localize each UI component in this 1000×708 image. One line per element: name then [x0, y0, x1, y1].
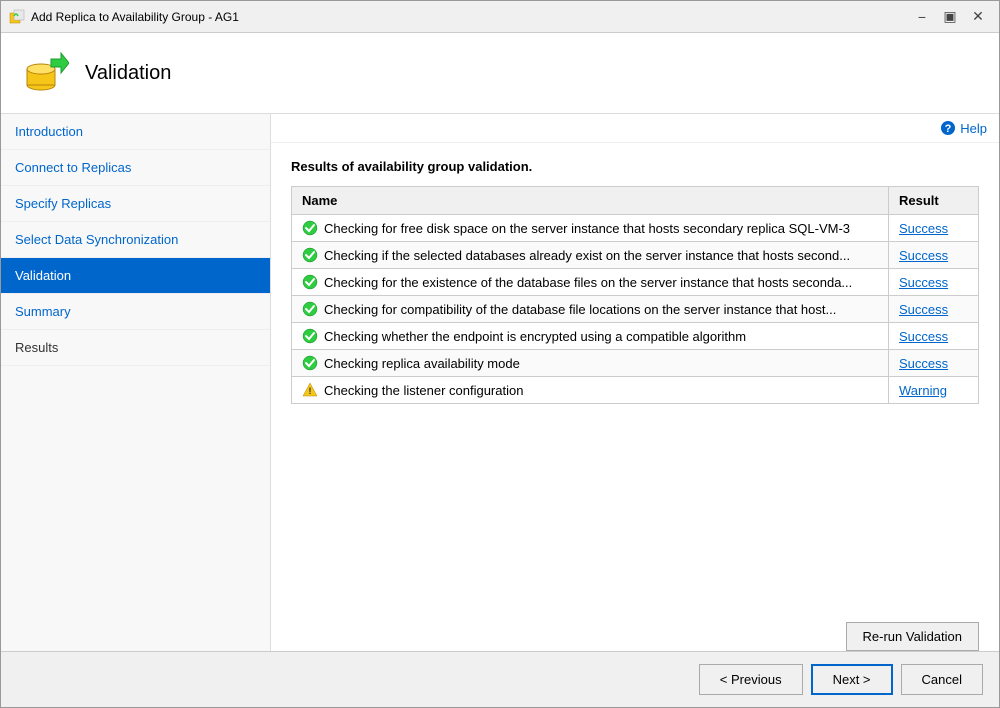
result-link[interactable]: Success — [899, 275, 948, 290]
row-result-cell[interactable]: Success — [889, 269, 979, 296]
results-title: Results of availability group validation… — [291, 159, 979, 174]
success-icon — [302, 328, 318, 344]
success-icon — [302, 247, 318, 263]
rerun-area: Re-run Validation — [271, 614, 999, 651]
row-name-text: Checking for free disk space on the serv… — [324, 221, 850, 236]
result-link[interactable]: Success — [899, 329, 948, 344]
table-row: Checking for compatibility of the databa… — [292, 296, 979, 323]
sidebar-item-specify-replicas[interactable]: Specify Replicas — [1, 186, 270, 222]
row-name-cell: Checking if the selected databases alrea… — [292, 242, 889, 269]
window-title: Add Replica to Availability Group - AG1 — [31, 10, 909, 24]
table-row: ! Checking the listener configuration War… — [292, 377, 979, 404]
maximize-button[interactable]: ▣ — [937, 6, 963, 28]
row-name-cell: ! Checking the listener configuration — [292, 377, 889, 404]
result-link[interactable]: Success — [899, 248, 948, 263]
minimize-button[interactable]: − — [909, 6, 935, 28]
row-result-cell[interactable]: Success — [889, 296, 979, 323]
sidebar: Introduction Connect to Replicas Specify… — [1, 114, 271, 651]
results-table: Name Result Checking for free disk space… — [291, 186, 979, 404]
footer: < Previous Next > Cancel — [1, 651, 999, 707]
row-name-cell: Checking for the existence of the databa… — [292, 269, 889, 296]
content-area: Introduction Connect to Replicas Specify… — [1, 114, 999, 651]
col-header-name: Name — [292, 187, 889, 215]
row-name-text: Checking for the existence of the databa… — [324, 275, 852, 290]
result-link[interactable]: Success — [899, 221, 948, 236]
app-icon — [9, 9, 25, 25]
main-header: ? Help — [271, 114, 999, 143]
main-body: Results of availability group validation… — [271, 143, 999, 614]
sidebar-item-connect-to-replicas[interactable]: Connect to Replicas — [1, 150, 270, 186]
row-result-cell[interactable]: Success — [889, 323, 979, 350]
page-header: Validation — [1, 33, 999, 114]
title-bar: Add Replica to Availability Group - AG1 … — [1, 1, 999, 33]
next-button[interactable]: Next > — [811, 664, 893, 695]
svg-text:!: ! — [309, 386, 312, 396]
success-icon — [302, 301, 318, 317]
success-icon — [302, 274, 318, 290]
row-name-text: Checking replica availability mode — [324, 356, 520, 371]
result-link[interactable]: Success — [899, 356, 948, 371]
cancel-button[interactable]: Cancel — [901, 664, 983, 695]
sidebar-item-validation[interactable]: Validation — [1, 258, 270, 294]
help-link[interactable]: ? Help — [940, 120, 987, 136]
row-result-cell[interactable]: Success — [889, 350, 979, 377]
row-name-cell: Checking for free disk space on the serv… — [292, 215, 889, 242]
table-row: Checking for the existence of the databa… — [292, 269, 979, 296]
col-header-result: Result — [889, 187, 979, 215]
success-icon — [302, 355, 318, 371]
row-result-cell[interactable]: Success — [889, 215, 979, 242]
main-content: ? Help Results of availability group val… — [271, 114, 999, 651]
help-icon: ? — [940, 120, 956, 136]
table-row: Checking for free disk space on the serv… — [292, 215, 979, 242]
result-link[interactable]: Warning — [899, 383, 947, 398]
page-title: Validation — [85, 62, 171, 85]
row-name-text: Checking the listener configuration — [324, 383, 523, 398]
row-result-cell[interactable]: Success — [889, 242, 979, 269]
warning-icon: ! — [302, 382, 318, 398]
rerun-validation-button[interactable]: Re-run Validation — [846, 622, 979, 651]
sidebar-item-results: Results — [1, 330, 270, 366]
row-name-text: Checking for compatibility of the databa… — [324, 302, 836, 317]
table-row: Checking whether the endpoint is encrypt… — [292, 323, 979, 350]
row-name-cell: Checking for compatibility of the databa… — [292, 296, 889, 323]
sidebar-item-summary[interactable]: Summary — [1, 294, 270, 330]
sidebar-item-introduction[interactable]: Introduction — [1, 114, 270, 150]
row-name-text: Checking whether the endpoint is encrypt… — [324, 329, 746, 344]
window-controls: − ▣ ✕ — [909, 6, 991, 28]
main-window: Add Replica to Availability Group - AG1 … — [0, 0, 1000, 708]
svg-text:?: ? — [945, 123, 952, 135]
result-link[interactable]: Success — [899, 302, 948, 317]
table-row: Checking replica availability mode Succes… — [292, 350, 979, 377]
row-name-cell: Checking replica availability mode — [292, 350, 889, 377]
close-button[interactable]: ✕ — [965, 6, 991, 28]
sidebar-item-select-data-synchronization[interactable]: Select Data Synchronization — [1, 222, 270, 258]
previous-button[interactable]: < Previous — [699, 664, 803, 695]
success-icon — [302, 220, 318, 236]
table-row: Checking if the selected databases alrea… — [292, 242, 979, 269]
row-result-cell[interactable]: Warning — [889, 377, 979, 404]
row-name-cell: Checking whether the endpoint is encrypt… — [292, 323, 889, 350]
validation-icon — [21, 49, 69, 97]
row-name-text: Checking if the selected databases alrea… — [324, 248, 850, 263]
